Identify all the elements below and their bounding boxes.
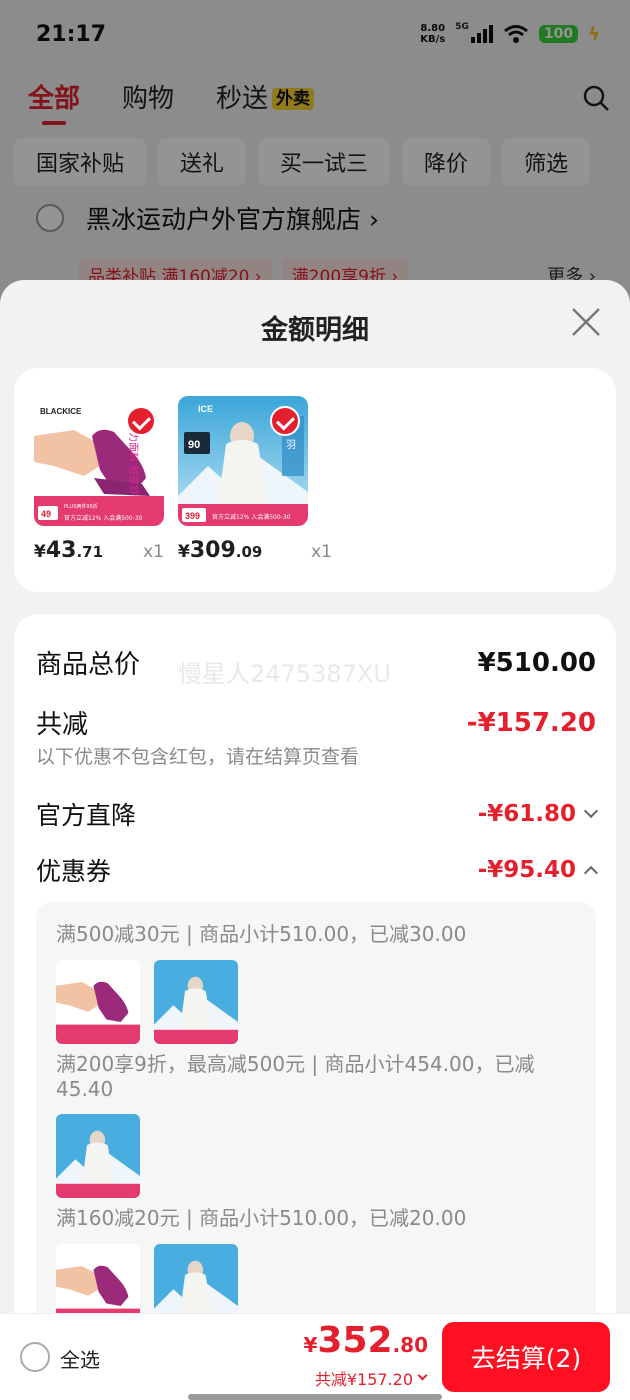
- discount-label: 共减: [36, 710, 89, 740]
- coupon-value: -¥95.40: [478, 857, 576, 883]
- price-symbol: ¥: [178, 542, 190, 562]
- svg-text:官方立减12% 入会满500-30: 官方立减12% 入会满500-30: [212, 513, 291, 521]
- thumb-coat: [56, 1114, 140, 1198]
- sheet-title: 金额明细: [261, 315, 369, 346]
- discount-note: 以下优惠不包含红包，请在结算页查看: [36, 746, 360, 768]
- price-symbol: ¥: [34, 542, 46, 562]
- price-integer: 309: [189, 538, 236, 563]
- selected-check-icon[interactable]: [270, 406, 300, 436]
- row-coupon[interactable]: 优惠券 -¥95.40: [36, 852, 599, 888]
- price-decimal: .71: [76, 543, 104, 561]
- total-decimal: .80: [392, 1333, 428, 1357]
- dim-overlay[interactable]: [0, 0, 630, 300]
- product-item[interactable]: BLACKICE 弹力面料 触感舒适 49 PLUS两件95折 官方立减12% …: [34, 396, 164, 563]
- total-price-label: 商品总价: [36, 650, 141, 680]
- total-symbol: ¥: [303, 1333, 318, 1357]
- home-indicator[interactable]: [188, 1394, 442, 1400]
- badge-price: 49: [41, 509, 51, 519]
- select-all-label[interactable]: 全选: [60, 1344, 100, 1373]
- brand-logo-text: BLACKICE: [40, 407, 82, 416]
- official-discount-label: 官方直降: [36, 801, 137, 830]
- row-discount: 共减 -¥157.20: [36, 704, 596, 741]
- chevron-down-icon[interactable]: [417, 1370, 428, 1380]
- price-integer: 43: [45, 538, 77, 563]
- total-integer: 352: [317, 1320, 393, 1361]
- chevron-up-icon[interactable]: [583, 865, 599, 881]
- total-price-value: ¥510.00: [477, 647, 596, 678]
- product-item[interactable]: ICE 90 女 羽 399 官方立减12% 入会满500-30 ¥ 3: [178, 396, 332, 563]
- coupon-line: 满160减20元 | 商品小计510.00，已减20.00: [56, 1206, 467, 1230]
- badge-price: 399: [185, 511, 200, 521]
- product-card: BLACKICE 弹力面料 触感舒适 49 PLUS两件95折 官方立减12% …: [14, 368, 616, 592]
- coupon-line: 满200享9折，最高减500元 | 商品小计454.00，已减45.40: [56, 1052, 535, 1101]
- coupon-line: 满500减30元 | 商品小计510.00，已减30.00: [56, 922, 467, 946]
- saved-amount[interactable]: 共减¥157.20: [314, 1366, 428, 1390]
- chevron-down-icon[interactable]: [583, 803, 599, 819]
- svg-text:PLUS两件95折: PLUS两件95折: [64, 503, 98, 510]
- total-price: ¥ 352 .80: [303, 1320, 428, 1361]
- select-all-radio[interactable]: [20, 1342, 50, 1372]
- quantity: x1: [143, 542, 164, 562]
- amount-breakdown-card: 慢星人2475387XU 商品总价 ¥510.00 共减 -¥157.20 以下…: [14, 614, 616, 1400]
- checkout-bar: 全选 ¥ 352 .80 共减¥157.20 去结算(2): [0, 1313, 630, 1400]
- coupon-thumbs: [56, 960, 238, 1044]
- row-total-price: 商品总价 ¥510.00: [36, 644, 596, 681]
- close-icon[interactable]: [570, 306, 602, 338]
- product-image-gloves[interactable]: BLACKICE 弹力面料 触感舒适 49 PLUS两件95折 官方立减12% …: [34, 396, 164, 526]
- quantity: x1: [311, 542, 332, 562]
- selected-check-icon[interactable]: [126, 406, 156, 436]
- coupon-amount: -¥95.40: [477, 857, 576, 883]
- official-discount-value: -¥61.80: [478, 801, 576, 827]
- coupon-thumbs: [56, 1114, 140, 1198]
- thumb-coat: [154, 960, 238, 1044]
- product-image-coat[interactable]: ICE 90 女 羽 399 官方立减12% 入会满500-30: [178, 396, 308, 526]
- brand-logo-text: ICE: [198, 404, 213, 414]
- official-discount-amount: -¥61.80: [477, 801, 576, 827]
- amount-detail-sheet: 金额明细 BLACKICE 弹力面料 触感舒适 49 PLUS两件95折 官方立…: [0, 280, 630, 1400]
- checkout-button[interactable]: 去结算(2): [442, 1322, 610, 1392]
- coupon-label: 优惠券: [36, 857, 112, 886]
- row-official-discount[interactable]: 官方直降 -¥61.80: [36, 796, 599, 832]
- saved-text: 共减¥157.20: [314, 1370, 413, 1389]
- svg-text:90: 90: [188, 439, 200, 451]
- discount-value: -¥157.20: [466, 707, 596, 738]
- price-decimal: .09: [235, 543, 263, 561]
- svg-text:官方立减12% 入会满500-30: 官方立减12% 入会满500-30: [64, 514, 143, 522]
- svg-text:羽: 羽: [286, 439, 296, 451]
- thumb-gloves: [56, 960, 140, 1044]
